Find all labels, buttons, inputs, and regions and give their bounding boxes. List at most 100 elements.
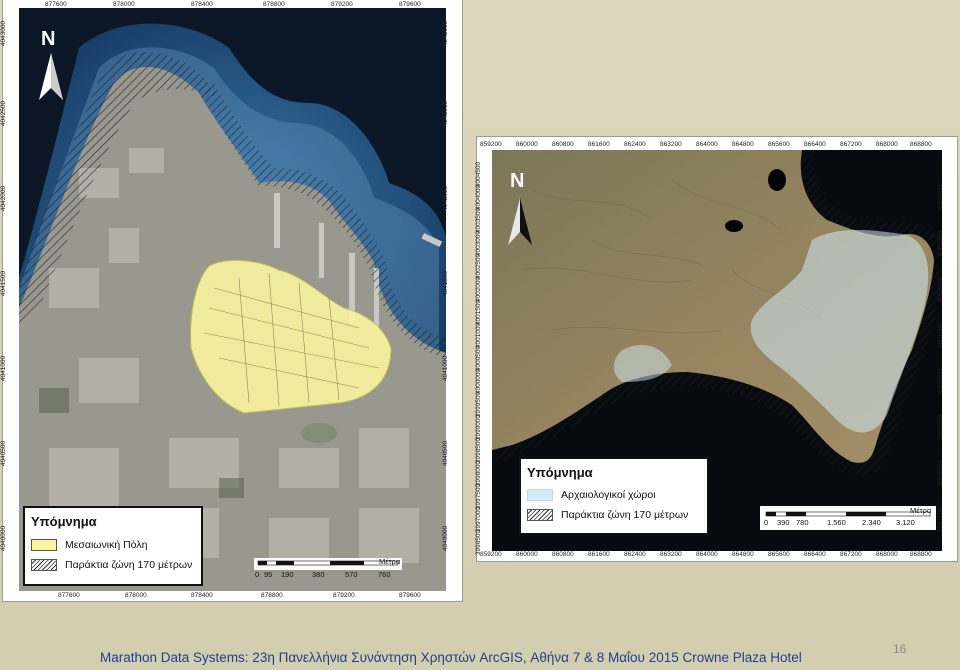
right-map-canvas: N Υπόμνημα Αρχαιολογικοί χώροι Παράκτια … — [492, 150, 942, 551]
y-tick-right: 4043000 — [442, 20, 450, 47]
x-tick-top: 877600 — [45, 1, 67, 8]
x-tick-top: 859200 — [480, 141, 502, 148]
x-tick-bottom: 878800 — [261, 592, 283, 599]
y-tick-left: 4041000 — [0, 355, 8, 382]
x-tick-top: 878800 — [263, 1, 285, 8]
y-tick-left: 3999000 — [475, 414, 483, 441]
scale-tick: 1.560 — [827, 518, 846, 527]
x-tick-bottom: 865600 — [768, 551, 790, 558]
y-tick-right: 4002000 — [937, 276, 945, 303]
y-tick-right: 4040000 — [442, 525, 450, 552]
x-tick-top: 861600 — [588, 141, 610, 148]
x-tick-bottom: 862400 — [624, 551, 646, 558]
y-tick-left: 4040000 — [0, 525, 8, 552]
y-tick-right: 4000000 — [937, 368, 945, 395]
legend-item-label: Παράκτια ζώνη 170 μέτρων — [561, 509, 689, 521]
scale-tick: 760 — [378, 570, 391, 579]
legend-left: Υπόμνημα Μεσαιωνική Πόλη Παράκτια ζώνη 1… — [23, 506, 203, 586]
legend-item-label: Μεσαιωνική Πόλη — [65, 539, 148, 551]
y-tick-left: 4000500 — [475, 345, 483, 372]
coastal-zone-swatch — [31, 559, 57, 571]
y-tick-left: 3998000 — [475, 460, 483, 487]
left-map-image — [19, 8, 446, 591]
y-tick-left: 4004500 — [475, 161, 483, 188]
right-map-frame: N Υπόμνημα Αρχαιολογικοί χώροι Παράκτια … — [475, 137, 957, 561]
y-tick-left: 4042500 — [0, 100, 8, 127]
y-tick-left: 4003000 — [475, 230, 483, 257]
footer-text: Marathon Data Systems: 23η Πανελλήνια Συ… — [100, 650, 802, 665]
x-tick-top: 860800 — [552, 141, 574, 148]
y-tick-left: 4043000 — [0, 20, 8, 47]
y-tick-right: 3998000 — [937, 460, 945, 487]
scale-tick: 570 — [345, 570, 358, 579]
y-tick-right: 4001000 — [937, 322, 945, 349]
north-label-left: N — [41, 28, 56, 50]
old-town-swatch — [31, 539, 57, 551]
x-tick-top: 878400 — [191, 1, 213, 8]
x-tick-top: 865600 — [768, 141, 790, 148]
y-tick-right: 4041000 — [442, 355, 450, 382]
y-tick-left: 4004000 — [475, 184, 483, 211]
x-tick-top: 878000 — [113, 1, 135, 8]
y-tick-left: 4042000 — [0, 185, 8, 212]
scale-tick: 190 — [281, 570, 294, 579]
x-tick-bottom: 878000 — [125, 592, 147, 599]
legend-item-coastal-zone: Παράκτια ζώνη 170 μέτρων — [527, 509, 688, 521]
x-tick-top: 868800 — [910, 141, 932, 148]
x-tick-bottom: 868800 — [910, 551, 932, 558]
legend-item-old-town: Μεσαιωνική Πόλη — [31, 539, 147, 551]
y-tick-right: 4004000 — [937, 184, 945, 211]
x-tick-top: 866400 — [804, 141, 826, 148]
left-map-canvas: N Υπόμνημα Μεσαιωνική Πόλη Παράκτια ζώνη… — [19, 8, 446, 591]
y-tick-left: 4002500 — [475, 253, 483, 280]
x-tick-top: 864000 — [696, 141, 718, 148]
y-tick-right: 4042000 — [442, 185, 450, 212]
y-tick-left: 3999500 — [475, 391, 483, 418]
x-tick-bottom: 879200 — [333, 592, 355, 599]
x-tick-bottom: 867200 — [840, 551, 862, 558]
x-tick-bottom: 860800 — [552, 551, 574, 558]
legend-title: Υπόμνημα — [31, 514, 97, 529]
x-tick-bottom: 861600 — [588, 551, 610, 558]
coastal-zone-swatch — [527, 509, 553, 521]
scale-tick: 2.340 — [862, 518, 881, 527]
y-tick-left: 3997000 — [475, 506, 483, 533]
legend-item-coastal-zone: Παράκτια ζώνη 170 μέτρων — [31, 559, 192, 571]
y-tick-left: 4000000 — [475, 368, 483, 395]
scale-tick: 0 — [764, 518, 769, 527]
x-tick-bottom: 877600 — [58, 592, 80, 599]
scale-tick: 780 — [796, 518, 809, 527]
x-tick-bottom: 860000 — [516, 551, 538, 558]
y-tick-left: 3997500 — [475, 483, 483, 510]
legend-item-archaeological: Αρχαιολογικοί χώροι — [527, 489, 656, 501]
x-tick-bottom: 879600 — [399, 592, 421, 599]
y-tick-left: 3998500 — [475, 437, 483, 464]
y-tick-left: 4001500 — [475, 299, 483, 326]
scale-tick: 380 — [312, 570, 325, 579]
scale-tick: 95 — [264, 570, 273, 579]
y-tick-left: 3996500 — [475, 529, 483, 556]
x-tick-top: 879200 — [331, 1, 353, 8]
x-tick-bottom: 864000 — [696, 551, 718, 558]
y-tick-right: 4003000 — [937, 230, 945, 257]
y-tick-left: 4041500 — [0, 270, 8, 297]
x-tick-top: 867200 — [840, 141, 862, 148]
x-tick-top: 862400 — [624, 141, 646, 148]
legend-item-label: Παράκτια ζώνη 170 μέτρων — [65, 559, 193, 571]
legend-item-label: Αρχαιολογικοί χώροι — [561, 489, 656, 501]
y-tick-right: 3999000 — [937, 414, 945, 441]
y-tick-left: 4040500 — [0, 440, 8, 467]
scale-tick: 3.120 — [896, 518, 915, 527]
y-tick-left: 4003500 — [475, 207, 483, 234]
north-label-right: N — [510, 170, 525, 192]
x-tick-bottom: 859200 — [480, 551, 502, 558]
x-tick-bottom: 868000 — [876, 551, 898, 558]
x-tick-top: 863200 — [660, 141, 682, 148]
x-tick-bottom: 866400 — [804, 551, 826, 558]
left-map-frame: N Υπόμνημα Μεσαιωνική Πόλη Παράκτια ζώνη… — [0, 0, 462, 601]
y-tick-right: 3997000 — [937, 506, 945, 533]
y-tick-right: 4041500 — [442, 270, 450, 297]
legend-right: Υπόμνημα Αρχαιολογικοί χώροι Παράκτια ζώ… — [519, 457, 709, 535]
y-tick-right: 4042500 — [442, 100, 450, 127]
x-tick-top: 868000 — [876, 141, 898, 148]
